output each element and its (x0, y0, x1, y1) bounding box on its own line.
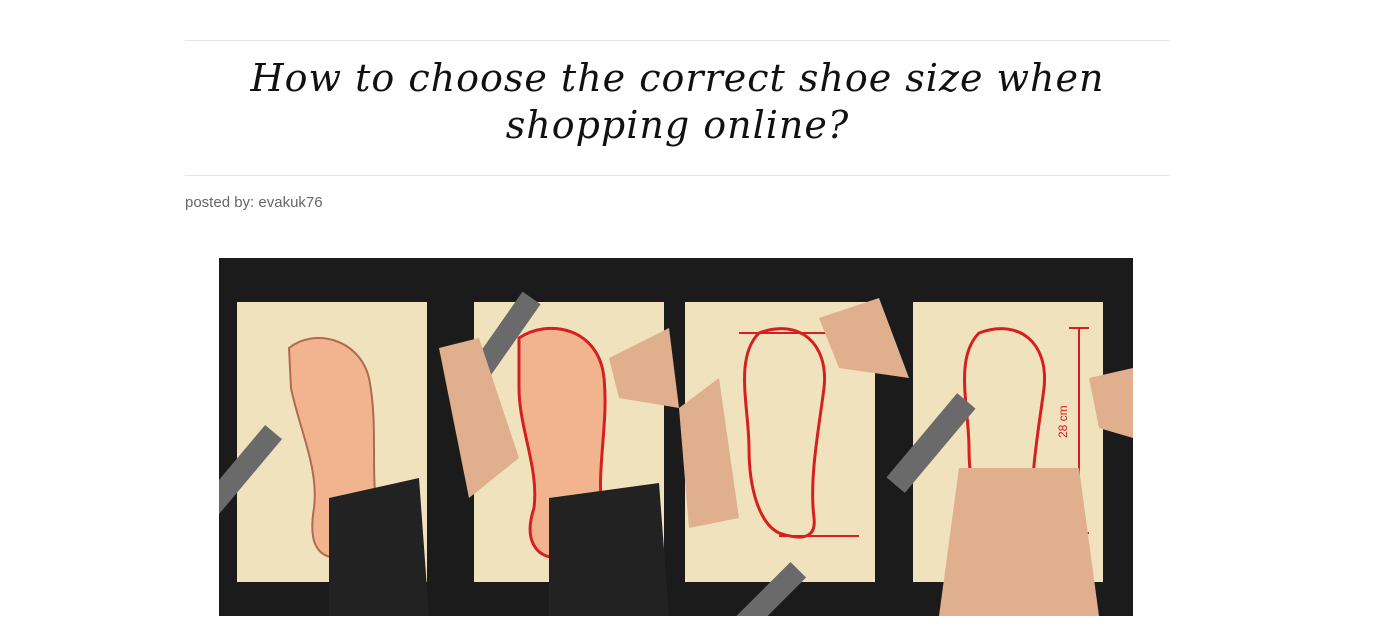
title-bottom-divider (185, 175, 1170, 176)
foot-measurement-illustration: 28 cm (219, 258, 1133, 616)
panel-4: 28 cm (886, 302, 1133, 616)
panel-3 (679, 298, 909, 616)
article-byline: posted by: evakuk76 (185, 194, 323, 211)
panel-2 (439, 291, 679, 616)
article-title: How to choose the correct shoe size when… (250, 56, 1105, 147)
panel-1 (219, 302, 429, 616)
measurement-label: 28 cm (1056, 405, 1070, 438)
article: How to choose the correct shoe size when… (185, 40, 1170, 211)
